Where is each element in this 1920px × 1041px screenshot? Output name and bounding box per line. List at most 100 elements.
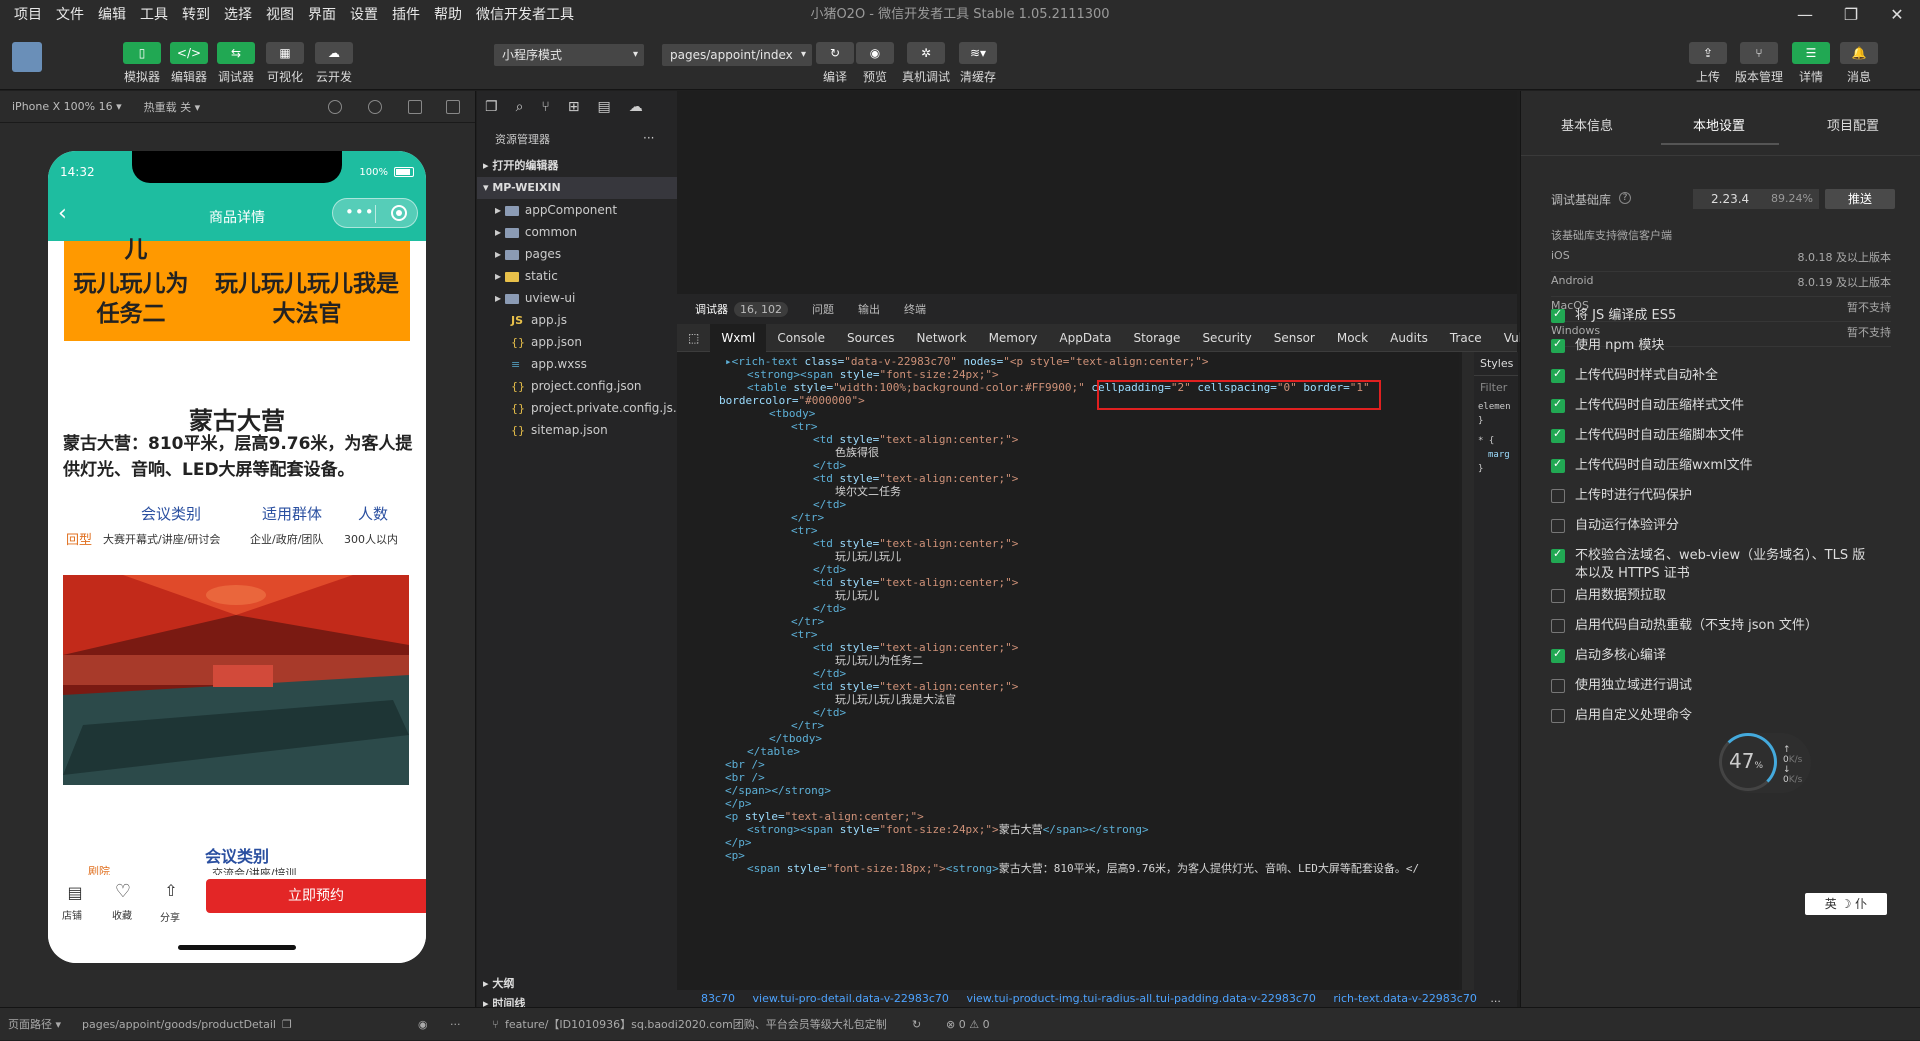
menu-plugins[interactable]: 插件: [386, 0, 426, 30]
inspect-icon[interactable]: ⬚: [677, 324, 710, 352]
tab-project-config[interactable]: 项目配置: [1827, 115, 1879, 134]
search-icon[interactable]: ⌕: [516, 99, 524, 115]
simulator-button[interactable]: ▯ 模拟器: [119, 42, 165, 85]
wxml-tree[interactable]: ▸<rich-text class="data-v-22983c70" node…: [677, 352, 1459, 990]
panel-mock[interactable]: Mock: [1326, 324, 1379, 352]
tab-problems[interactable]: 问题: [812, 301, 834, 317]
tree-item[interactable]: ≡ app.wxss: [477, 353, 677, 375]
clear-cache-button[interactable]: ≋▾ 清缓存: [955, 42, 1001, 85]
option-checkbox[interactable]: [1551, 367, 1565, 383]
panel-sensor[interactable]: Sensor: [1263, 324, 1326, 352]
message-button[interactable]: 🔔 消息: [1836, 42, 1882, 85]
option-checkbox[interactable]: [1551, 457, 1565, 473]
open-editors-section[interactable]: ▸ 打开的编辑器: [477, 155, 677, 177]
tab-terminal[interactable]: 终端: [904, 301, 926, 317]
outline-section[interactable]: ▸ 大纲: [477, 973, 677, 995]
record-icon[interactable]: [368, 100, 382, 114]
tree-item[interactable]: ▸ pages: [477, 243, 677, 265]
avatar[interactable]: [12, 42, 42, 72]
push-button[interactable]: 推送: [1825, 189, 1895, 209]
extensions-icon[interactable]: ⊞: [568, 99, 580, 115]
git-branch[interactable]: feature/【ID1010936】sq.baodi2020.com团购、平台…: [505, 1008, 887, 1041]
panel-wxml[interactable]: Wxml: [710, 323, 767, 352]
cloud-button[interactable]: ☁ 云开发: [311, 42, 357, 85]
minimize-icon[interactable]: —: [1782, 0, 1828, 30]
menu-help[interactable]: 帮助: [428, 0, 468, 30]
code-line[interactable]: <strong><span style="font-size:24px;">蒙古…: [747, 822, 1149, 838]
tab-local-settings[interactable]: 本地设置: [1693, 115, 1745, 134]
more-icon[interactable]: ···: [450, 1008, 461, 1041]
compile-page-select[interactable]: pages/appoint/index: [662, 44, 812, 66]
real-debug-button[interactable]: ✲ 真机调试: [902, 42, 950, 85]
project-section[interactable]: ▾ MP-WEIXIN: [477, 177, 677, 199]
mode-select[interactable]: 小程序模式: [494, 44, 644, 66]
scrollbar[interactable]: [1462, 352, 1474, 990]
heart-icon[interactable]: ♡: [112, 881, 134, 902]
git-icon[interactable]: ⑂: [541, 99, 549, 115]
option-checkbox[interactable]: [1551, 307, 1565, 323]
tree-item[interactable]: {} project.config.json: [477, 375, 677, 397]
tab-basic-info[interactable]: 基本信息: [1561, 115, 1613, 134]
menu-devtools[interactable]: 微信开发者工具: [470, 0, 580, 30]
menu-goto[interactable]: 转到: [176, 0, 216, 30]
option-checkbox[interactable]: [1551, 547, 1565, 563]
upload-button[interactable]: ⇪ 上传: [1685, 42, 1731, 85]
page-path-label[interactable]: 页面路径 ▾: [8, 1008, 61, 1041]
panel-icon[interactable]: ▤: [598, 99, 611, 115]
more-icon[interactable]: •••: [345, 203, 375, 221]
help-icon[interactable]: ?: [1619, 192, 1631, 204]
menu-interface[interactable]: 界面: [302, 0, 342, 30]
tab-output[interactable]: 输出: [858, 301, 880, 317]
breadcrumb-item[interactable]: 83c70: [701, 992, 735, 1005]
code-line[interactable]: <p>: [725, 848, 745, 864]
menu-file[interactable]: 文件: [50, 0, 90, 30]
breadcrumb-item[interactable]: rich-text.data-v-22983c70: [1333, 992, 1476, 1005]
editor-button[interactable]: </> 编辑器: [166, 42, 212, 85]
phone-icon[interactable]: [408, 100, 422, 114]
refresh-icon[interactable]: [328, 100, 342, 114]
breadcrumb-item[interactable]: view.tui-pro-detail.data-v-22983c70: [753, 992, 949, 1005]
shop-icon[interactable]: ▤: [64, 883, 86, 902]
hot-reload-select[interactable]: 热重载 关 ▾: [144, 99, 201, 115]
problems-count[interactable]: ⊗ 0 ⚠ 0: [946, 1008, 990, 1041]
tree-item[interactable]: {} sitemap.json: [477, 419, 677, 441]
code-line[interactable]: 玩儿玩儿玩儿我是大法官: [835, 692, 956, 708]
panel-memory[interactable]: Memory: [978, 324, 1049, 352]
code-line[interactable]: <span style="font-size:18px;"><strong>蒙古…: [747, 861, 1419, 877]
tree-item[interactable]: ▸ appComponent: [477, 199, 677, 221]
copy-icon[interactable]: ❐: [282, 1008, 292, 1041]
sync-icon[interactable]: ↻: [912, 1008, 921, 1041]
panel-network[interactable]: Network: [905, 324, 977, 352]
visual-button[interactable]: ▦ 可视化: [262, 42, 308, 85]
option-checkbox[interactable]: [1551, 709, 1565, 723]
option-checkbox[interactable]: [1551, 589, 1565, 603]
tree-item[interactable]: JS app.js: [477, 309, 677, 331]
ime-toolbar[interactable]: 英 ☽ 仆: [1805, 893, 1887, 915]
panel-sources[interactable]: Sources: [836, 324, 905, 352]
option-checkbox[interactable]: [1551, 647, 1565, 663]
debugger-button[interactable]: ⇆ 调试器: [213, 42, 259, 85]
panel-console[interactable]: Console: [766, 324, 836, 352]
maximize-icon[interactable]: ❐: [1828, 0, 1874, 30]
menu-edit[interactable]: 编辑: [92, 0, 132, 30]
option-checkbox[interactable]: [1551, 519, 1565, 533]
panel-security[interactable]: Security: [1191, 324, 1262, 352]
phone-simulator[interactable]: 14:32 100% ‹ 商品详情 ••• 儿 玩儿玩儿为任务二 玩儿玩儿玩儿我…: [48, 151, 426, 963]
panel-storage[interactable]: Storage: [1122, 324, 1191, 352]
breadcrumb-more[interactable]: ...: [1490, 992, 1501, 1005]
popout-icon[interactable]: [446, 100, 460, 114]
files-icon[interactable]: ❐: [485, 99, 498, 115]
tree-item[interactable]: ▸ static: [477, 265, 677, 287]
menu-settings[interactable]: 设置: [344, 0, 384, 30]
tree-item[interactable]: {} project.private.config.js...: [477, 397, 684, 419]
preview-button[interactable]: ◉ 预览: [852, 42, 898, 85]
styles-filter[interactable]: Filter: [1474, 376, 1518, 400]
share-icon[interactable]: ⇧: [160, 881, 182, 900]
detail-button[interactable]: ☰ 详情: [1788, 42, 1834, 85]
device-select[interactable]: iPhone X 100% 16 ▾: [12, 100, 122, 113]
menu-view[interactable]: 视图: [260, 0, 300, 30]
panel-audits[interactable]: Audits: [1379, 324, 1439, 352]
tree-item[interactable]: {} app.json: [477, 331, 677, 353]
styles-tab[interactable]: Styles: [1474, 352, 1518, 376]
version-button[interactable]: ⑂ 版本管理: [1735, 42, 1783, 85]
